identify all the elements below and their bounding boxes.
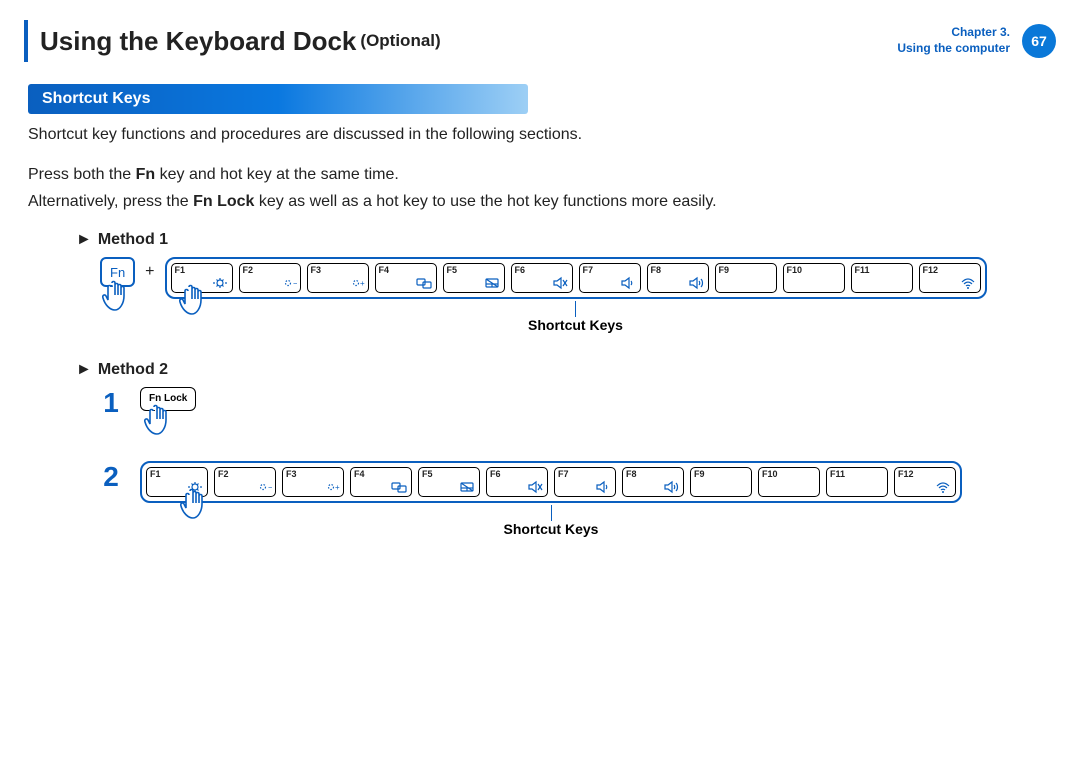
method1-diagram: Fn + F1F2F3F4F5F6F7F8F9F10F11F12 Shortcu… (100, 257, 1052, 333)
fkey-label: F2 (243, 265, 254, 275)
fkey-label: F4 (354, 469, 365, 479)
function-key-strip: F1 F2 F3 F4 F5 F6 F7 F8 F9 F10 F11 F12 (140, 461, 962, 503)
volume-down-icon (594, 480, 612, 494)
fkey-f3: F3 (307, 263, 369, 293)
fkey-f7: F7 (579, 263, 641, 293)
fkey-f10: F10 (783, 263, 845, 293)
fkey-label: F10 (762, 469, 778, 479)
fkey-label: F2 (218, 469, 229, 479)
arrow-icon: ► (76, 361, 92, 378)
fkey-label: F6 (490, 469, 501, 479)
fkey-label: F12 (898, 469, 914, 479)
brightness-up-icon (347, 276, 365, 290)
page-title: Using the Keyboard Dock (40, 26, 356, 57)
hand-cursor-icon (94, 277, 136, 325)
fkey-label: F1 (150, 469, 161, 479)
fkey-label: F12 (923, 265, 939, 275)
hand-cursor-icon (136, 401, 178, 449)
brightness-down-icon (254, 480, 272, 494)
fkey-f6: F6 (511, 263, 573, 293)
fkey-f5: F5 (443, 263, 505, 293)
plus-symbol: + (145, 263, 154, 281)
mute-icon (526, 480, 544, 494)
fkey-label: F11 (855, 265, 870, 275)
page-header: Using the Keyboard Dock (Optional) Chapt… (0, 0, 1080, 70)
fkey-label: F11 (830, 469, 845, 479)
instruction-line-2: Alternatively, press the Fn Lock key as … (28, 191, 1052, 213)
fkey-f9: F9 (690, 467, 752, 497)
mute-icon (551, 276, 569, 290)
volume-down-icon (619, 276, 637, 290)
fkey-label: F9 (719, 265, 730, 275)
fkey-label: F9 (694, 469, 705, 479)
fkey-label: F1 (175, 265, 186, 275)
strip-caption: Shortcut Keys (504, 521, 599, 537)
volume-up-icon (687, 276, 705, 290)
method1-label: ►Method 1 (76, 231, 1052, 249)
function-key-strip: F1 F2 F3 F4 F5 F6 F7 F8 F9 F10 F11 F12 (165, 257, 987, 299)
arrow-icon: ► (76, 231, 92, 248)
strip-caption: Shortcut Keys (528, 317, 623, 333)
settings-icon (211, 276, 229, 290)
fkey-label: F3 (286, 469, 297, 479)
fkey-f11: F11 (851, 263, 913, 293)
wifi-icon (934, 480, 952, 494)
hand-cursor-icon (172, 485, 214, 533)
touchpad-icon (483, 276, 501, 290)
fkey-f12: F12 (894, 467, 956, 497)
wifi-icon (959, 276, 977, 290)
intro-text: Shortcut key functions and procedures ar… (28, 124, 1052, 146)
fkey-label: F8 (651, 265, 662, 275)
fkey-f9: F9 (715, 263, 777, 293)
fkey-label: F8 (626, 469, 637, 479)
volume-up-icon (662, 480, 680, 494)
connector-line (551, 505, 552, 521)
fkey-f8: F8 (622, 467, 684, 497)
brightness-up-icon (322, 480, 340, 494)
fkey-f5: F5 (418, 467, 480, 497)
display-switch-icon (390, 480, 408, 494)
chapter-info: Chapter 3. Using the computer (897, 25, 1010, 56)
fkey-f8: F8 (647, 263, 709, 293)
fkey-label: F5 (447, 265, 458, 275)
page-number-badge: 67 (1022, 24, 1056, 58)
fkey-f7: F7 (554, 467, 616, 497)
fkey-label: F6 (515, 265, 526, 275)
method2-step1: 1 Fn Lock (100, 387, 1052, 419)
fkey-label: F7 (558, 469, 569, 479)
accent-bar (24, 20, 28, 62)
fkey-label: F3 (311, 265, 322, 275)
step-number: 2 (100, 461, 122, 493)
fkey-label: F10 (787, 265, 803, 275)
fkey-f11: F11 (826, 467, 888, 497)
fkey-f3: F3 (282, 467, 344, 497)
brightness-down-icon (279, 276, 297, 290)
method2-label: ►Method 2 (76, 361, 1052, 379)
instruction-line-1: Press both the Fn key and hot key at the… (28, 164, 1052, 186)
fkey-f6: F6 (486, 467, 548, 497)
page-title-optional: (Optional) (360, 31, 440, 51)
section-heading: Shortcut Keys (28, 84, 528, 114)
hand-cursor-icon (171, 281, 213, 329)
method2-step2: 2 F1 F2 F3 F4 F5 F6 F7 F8 F9 F10 F11 F12 Shortcut K… (100, 461, 1052, 537)
touchpad-icon (458, 480, 476, 494)
fkey-f2: F2 (239, 263, 301, 293)
fkey-f2: F2 (214, 467, 276, 497)
fkey-f4: F4 (350, 467, 412, 497)
chapter-number: Chapter 3. (897, 25, 1010, 41)
fkey-label: F7 (583, 265, 594, 275)
fkey-f4: F4 (375, 263, 437, 293)
fkey-f10: F10 (758, 467, 820, 497)
display-switch-icon (415, 276, 433, 290)
connector-line (575, 301, 576, 317)
fkey-label: F4 (379, 265, 390, 275)
chapter-title: Using the computer (897, 41, 1010, 57)
fkey-f12: F12 (919, 263, 981, 293)
step-number: 1 (100, 387, 122, 419)
fkey-label: F5 (422, 469, 433, 479)
